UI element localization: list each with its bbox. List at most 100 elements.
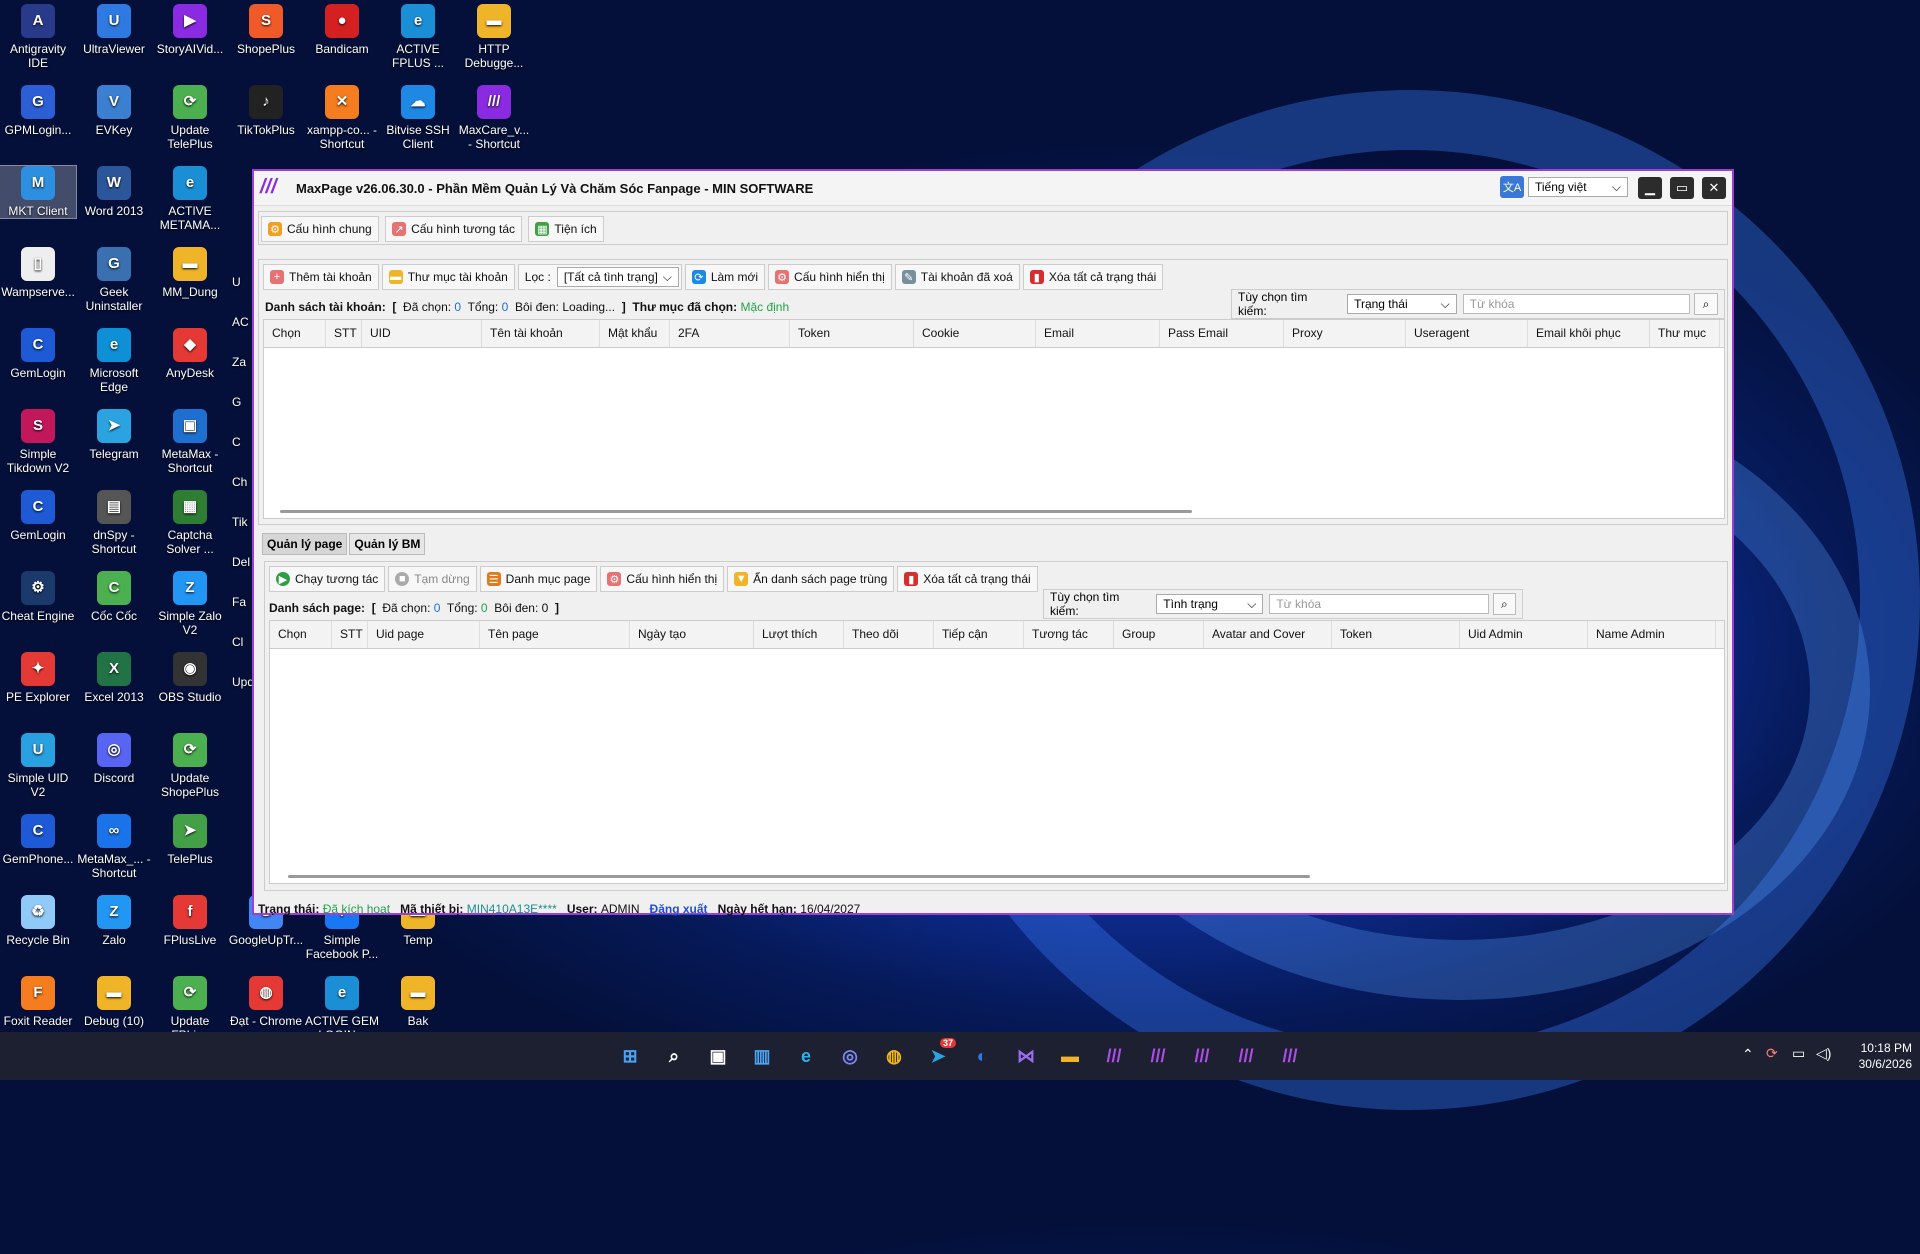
account-search-input[interactable]: Từ khóa	[1462, 294, 1691, 314]
account-folder-button[interactable]: ▬ Thư mục tài khoản	[381, 264, 515, 290]
tab-bm-management[interactable]: Quản lý BM	[349, 533, 426, 555]
page-column-header[interactable]: Name Admin	[1588, 621, 1716, 648]
page-column-header[interactable]: Theo dõi	[844, 621, 934, 648]
desktop-icon[interactable]: A Antigravity IDE	[0, 4, 76, 70]
pause-button[interactable]: ■ Tạm dừng	[388, 566, 477, 592]
desktop-icon[interactable]: ⟳ Update TelePlus	[152, 85, 228, 151]
desktop-icon[interactable]: ∞ MetaMax_... - Shortcut	[76, 814, 152, 880]
page-column-header[interactable]: STT	[332, 621, 368, 648]
account-search-option[interactable]: Trạng thái ⌵	[1347, 294, 1457, 314]
desktop-icon[interactable]: F Foxit Reader	[0, 976, 76, 1028]
page-column-header[interactable]: Token	[1332, 621, 1460, 648]
taskbar-search-button[interactable]: ⌕	[658, 1040, 690, 1072]
desktop-icon[interactable]: U UltraViewer	[76, 4, 152, 56]
taskbar-maxpage-4[interactable]: ///	[1230, 1040, 1262, 1072]
minimize-button[interactable]: ▁	[1638, 177, 1662, 199]
account-column-header[interactable]: Email khôi phục	[1528, 320, 1650, 347]
desktop-icon[interactable]: X Excel 2013	[76, 652, 152, 704]
page-search-option[interactable]: Tình trạng ⌵	[1156, 594, 1264, 614]
account-search-button[interactable]: ⌕	[1694, 293, 1719, 315]
page-search-button[interactable]: ⌕	[1492, 593, 1516, 615]
account-table[interactable]: Chọn STT UID Tên tài khoản Mật khẩu 2FA Token C…	[263, 319, 1725, 519]
taskbar-visual-studio[interactable]: ⋈	[1010, 1040, 1042, 1072]
account-column-header[interactable]: UID	[362, 320, 482, 347]
tray-sync-icon[interactable]: ⟳	[1766, 1045, 1778, 1062]
account-column-header[interactable]: STT	[326, 320, 362, 347]
page-column-header[interactable]: Uid Admin	[1460, 621, 1588, 648]
desktop-icon[interactable]: ◆ AnyDesk	[152, 328, 228, 380]
account-column-header[interactable]: Tên tài khoản	[482, 320, 600, 347]
desktop-icon[interactable]: ▬ MM_Dung	[152, 247, 228, 299]
taskbar-maxpage-5[interactable]: ///	[1274, 1040, 1306, 1072]
utilities-button[interactable]: ▦ Tiện ích	[528, 216, 604, 242]
account-column-header[interactable]: Email	[1036, 320, 1160, 347]
page-search-input[interactable]: Từ khóa	[1269, 594, 1489, 614]
horizontal-scrollbar[interactable]	[288, 875, 1310, 878]
desktop-icon[interactable]: ▬ Bak	[380, 976, 456, 1028]
account-column-header[interactable]: Proxy	[1284, 320, 1406, 347]
page-column-header[interactable]: Avatar and Cover	[1204, 621, 1332, 648]
account-column-header[interactable]: Useragent	[1406, 320, 1528, 347]
refresh-button[interactable]: ⟳ Làm mới	[684, 264, 766, 290]
account-display-config-button[interactable]: ⚙ Cấu hình hiển thị	[768, 264, 892, 290]
taskbar-chrome[interactable]: ◍	[878, 1040, 910, 1072]
desktop-icon[interactable]: G Geek Uninstaller	[76, 247, 152, 313]
taskbar-widgets[interactable]: ▥	[746, 1040, 778, 1072]
desktop-icon[interactable]: ▶ StoryAIVid...	[152, 4, 228, 56]
desktop-icon[interactable]: ⚙ Cheat Engine	[0, 571, 76, 623]
clear-account-status-button[interactable]: ▮ Xóa tất cả trạng thái	[1022, 264, 1164, 290]
desktop-icon[interactable]: C Cốc Cốc	[76, 571, 152, 623]
page-column-header[interactable]: Chọn	[270, 621, 332, 648]
clock[interactable]: 10:18 PM 30/6/2026	[1852, 1040, 1912, 1072]
account-column-header[interactable]: Mật khẩu	[600, 320, 670, 347]
page-column-header[interactable]: Danh	[1716, 621, 1724, 648]
desktop-icon[interactable]: C GemPhone...	[0, 814, 76, 866]
task-view-button[interactable]: ▣	[702, 1040, 734, 1072]
desktop-icon[interactable]: ✕ xampp-co... - Shortcut	[304, 85, 380, 151]
desktop-icon[interactable]: S ShopePlus	[228, 4, 304, 56]
page-list-button[interactable]: ☰ Danh mục page	[479, 566, 598, 592]
desktop-icon[interactable]: ▬ HTTP Debugge...	[456, 4, 532, 70]
tray-overflow-button[interactable]: ⌃	[1742, 1046, 1754, 1063]
taskbar-maxpage-3[interactable]: ///	[1186, 1040, 1218, 1072]
desktop-icon[interactable]: ▦ Captcha Solver ...	[152, 490, 228, 556]
tab-page-management[interactable]: Quản lý page	[262, 533, 348, 555]
taskbar-discord[interactable]: ◎	[834, 1040, 866, 1072]
desktop-icon[interactable]: V EVKey	[76, 85, 152, 137]
desktop-icon[interactable]: ◉ OBS Studio	[152, 652, 228, 704]
page-column-header[interactable]: Uid page	[368, 621, 480, 648]
account-column-header[interactable]: Cookie	[914, 320, 1036, 347]
desktop-icon[interactable]: M MKT Client	[0, 165, 77, 219]
page-column-header[interactable]: Tiếp cận	[934, 621, 1024, 648]
close-button[interactable]: ✕	[1702, 177, 1726, 199]
start-button[interactable]: ⊞	[614, 1040, 646, 1072]
desktop-icon[interactable]: ➤ TelePlus	[152, 814, 228, 866]
page-column-header[interactable]: Ngày tạo	[630, 621, 754, 648]
run-interaction-button[interactable]: ▶ Chạy tương tác	[269, 566, 386, 592]
network-icon[interactable]: ▭	[1792, 1045, 1805, 1062]
clear-page-status-button[interactable]: ▮ Xóa tất cả trạng thái	[897, 566, 1038, 592]
desktop-icon[interactable]: ▤ dnSpy - Shortcut	[76, 490, 152, 556]
desktop-icon[interactable]: C GemLogin	[0, 328, 76, 380]
desktop-icon[interactable]: W Word 2013	[76, 166, 152, 218]
volume-icon[interactable]: ◁)	[1816, 1045, 1831, 1062]
horizontal-scrollbar[interactable]	[280, 510, 1192, 513]
add-account-button[interactable]: + Thêm tài khoản	[263, 264, 379, 290]
title-bar[interactable]: /// MaxPage v26.06.30.0 - Phần Mềm Quản …	[254, 171, 1732, 206]
language-selector[interactable]: 文A Tiếng việt ⌵	[1500, 176, 1628, 198]
desktop-icon[interactable]: S Simple Tikdown V2	[0, 409, 76, 475]
desktop-icon[interactable]: ✦ PE Explorer	[0, 652, 76, 704]
taskbar-maxpage-1[interactable]: ///	[1098, 1040, 1130, 1072]
desktop-icon[interactable]: Z Zalo	[76, 895, 152, 947]
desktop-icon[interactable]: C GemLogin	[0, 490, 76, 542]
desktop-icon[interactable]: Z Simple Zalo V2	[152, 571, 228, 637]
account-column-header[interactable]: Pass Email	[1160, 320, 1284, 347]
desktop-icon[interactable]: ▯ Wampserve...	[0, 247, 76, 299]
account-column-header[interactable]: 2FA	[670, 320, 790, 347]
taskbar-ultraviewer[interactable]: ◐	[966, 1040, 998, 1072]
taskbar-telegram[interactable]: ➤ 37	[922, 1038, 956, 1072]
desktop-icon[interactable]: ➤ Telegram	[76, 409, 152, 461]
desktop-icon[interactable]: /// MaxCare_v... - Shortcut	[456, 85, 532, 151]
desktop-icon[interactable]: ◍ Đạt - Chrome	[228, 976, 304, 1028]
interaction-config-button[interactable]: ↗ Cấu hình tương tác	[385, 216, 523, 242]
